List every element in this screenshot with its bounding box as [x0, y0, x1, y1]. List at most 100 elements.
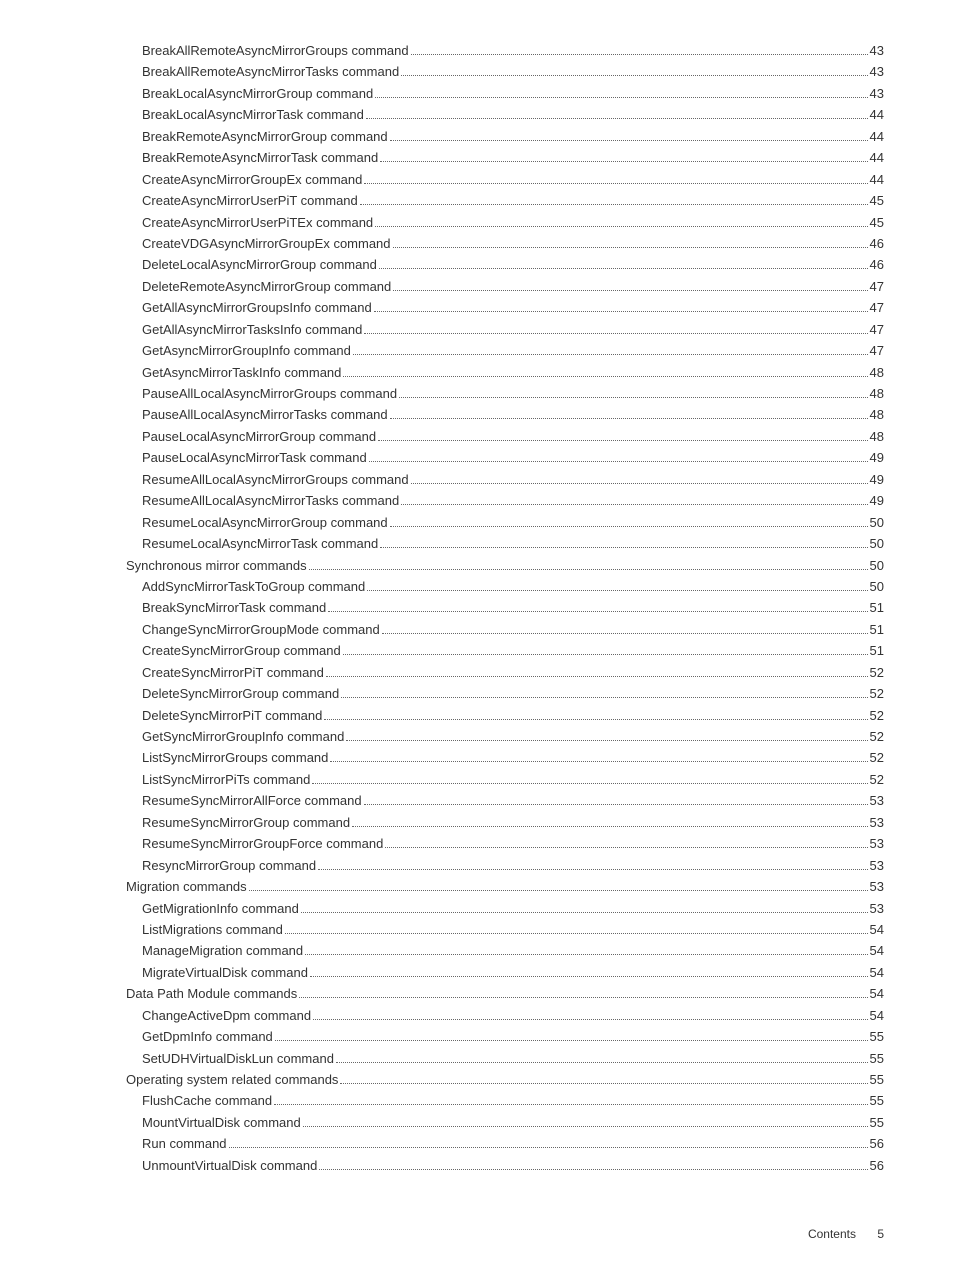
toc-entry[interactable]: DeleteSyncMirrorGroup command 52 — [70, 683, 884, 704]
toc-entry[interactable]: UnmountVirtualDisk command56 — [70, 1155, 884, 1176]
toc-entry[interactable]: CreateVDGAsyncMirrorGroupEx command46 — [70, 233, 884, 254]
toc-entry[interactable]: GetAllAsyncMirrorGroupsInfo command47 — [70, 297, 884, 318]
toc-entry[interactable]: FlushCache command55 — [70, 1090, 884, 1111]
toc-entry-page: 56 — [870, 1133, 884, 1154]
toc-entry-title: PauseAllLocalAsyncMirrorTasks command — [142, 404, 388, 425]
toc-entry[interactable]: BreakRemoteAsyncMirrorTask command44 — [70, 147, 884, 168]
toc-entry-page: 44 — [870, 147, 884, 168]
toc-entry-page: 49 — [870, 469, 884, 490]
footer-page-number: 5 — [877, 1227, 884, 1241]
toc-entry[interactable]: Operating system related commands55 — [70, 1069, 884, 1090]
toc-leader-dots — [374, 311, 868, 312]
toc-leader-dots — [346, 740, 867, 741]
toc-entry-title: DeleteSyncMirrorPiT command — [142, 705, 322, 726]
toc-leader-dots — [343, 376, 867, 377]
toc-entry[interactable]: Migration commands53 — [70, 876, 884, 897]
toc-entry[interactable]: CreateSyncMirrorPiT command52 — [70, 662, 884, 683]
toc-entry-title: ResumeSyncMirrorGroupForce command — [142, 833, 383, 854]
toc-entry[interactable]: SetUDHVirtualDiskLun command55 — [70, 1048, 884, 1069]
toc-entry-page: 52 — [870, 747, 884, 768]
toc-entry[interactable]: PauseAllLocalAsyncMirrorGroups command48 — [70, 383, 884, 404]
toc-entry-page: 44 — [870, 126, 884, 147]
toc-leader-dots — [353, 354, 868, 355]
toc-leader-dots — [303, 1126, 868, 1127]
toc-entry-page: 48 — [870, 426, 884, 447]
toc-entry[interactable]: BreakRemoteAsyncMirrorGroup command44 — [70, 126, 884, 147]
toc-leader-dots — [343, 654, 868, 655]
toc-entry-page: 52 — [870, 769, 884, 790]
toc-entry-title: BreakAllRemoteAsyncMirrorTasks command — [142, 61, 399, 82]
toc-entry[interactable]: ResumeAllLocalAsyncMirrorGroups command4… — [70, 469, 884, 490]
toc-entry-title: DeleteSyncMirrorGroup command — [142, 683, 339, 704]
toc-entry-title: ChangeActiveDpm command — [142, 1005, 311, 1026]
toc-entry-title: PauseAllLocalAsyncMirrorGroups command — [142, 383, 397, 404]
toc-entry[interactable]: CreateSyncMirrorGroup command51 — [70, 640, 884, 661]
toc-entry[interactable]: PauseLocalAsyncMirrorGroup command48 — [70, 426, 884, 447]
toc-entry-title: ListSyncMirrorPiTs command — [142, 769, 310, 790]
page-footer: Contents 5 — [70, 1177, 884, 1241]
toc-entry[interactable]: GetAllAsyncMirrorTasksInfo command47 — [70, 319, 884, 340]
toc-entry[interactable]: ResumeSyncMirrorAllForce command53 — [70, 790, 884, 811]
toc-entry[interactable]: DeleteRemoteAsyncMirrorGroup command47 — [70, 276, 884, 297]
toc-leader-dots — [378, 440, 867, 441]
toc-entry[interactable]: MountVirtualDisk command55 — [70, 1112, 884, 1133]
toc-entry[interactable]: ResumeLocalAsyncMirrorTask command50 — [70, 533, 884, 554]
toc-entry[interactable]: ResumeAllLocalAsyncMirrorTasks command49 — [70, 490, 884, 511]
toc-entry-page: 53 — [870, 833, 884, 854]
toc-leader-dots — [385, 847, 867, 848]
toc-leader-dots — [375, 97, 867, 98]
toc-entry[interactable]: CreateAsyncMirrorUserPiT command45 — [70, 190, 884, 211]
toc-entry[interactable]: GetMigrationInfo command53 — [70, 898, 884, 919]
toc-leader-dots — [393, 247, 868, 248]
toc-entry[interactable]: GetAsyncMirrorTaskInfo command48 — [70, 362, 884, 383]
toc-entry[interactable]: CreateAsyncMirrorGroupEx command44 — [70, 169, 884, 190]
toc-leader-dots — [324, 719, 867, 720]
toc-entry-page: 54 — [870, 983, 884, 1004]
toc-entry[interactable]: MigrateVirtualDisk command54 — [70, 962, 884, 983]
toc-entry-page: 51 — [870, 640, 884, 661]
toc-entry-page: 55 — [870, 1048, 884, 1069]
toc-entry[interactable]: DeleteSyncMirrorPiT command52 — [70, 705, 884, 726]
toc-leader-dots — [390, 526, 868, 527]
toc-leader-dots — [275, 1040, 868, 1041]
toc-entry[interactable]: ChangeActiveDpm command54 — [70, 1005, 884, 1026]
toc-leader-dots — [369, 461, 868, 462]
toc-entry-title: MountVirtualDisk command — [142, 1112, 301, 1133]
toc-entry[interactable]: Data Path Module commands54 — [70, 983, 884, 1004]
toc-entry-page: 52 — [870, 683, 884, 704]
toc-entry-title: ResumeSyncMirrorAllForce command — [142, 790, 362, 811]
toc-entry[interactable]: ListSyncMirrorPiTs command 52 — [70, 769, 884, 790]
toc-entry[interactable]: BreakSyncMirrorTask command51 — [70, 597, 884, 618]
table-of-contents: BreakAllRemoteAsyncMirrorGroups command4… — [70, 40, 884, 1177]
toc-entry[interactable]: ListSyncMirrorGroups command 52 — [70, 747, 884, 768]
toc-entry[interactable]: ListMigrations command54 — [70, 919, 884, 940]
toc-entry[interactable]: ResumeSyncMirrorGroupForce command 53 — [70, 833, 884, 854]
toc-leader-dots — [305, 954, 867, 955]
toc-entry[interactable]: ResumeSyncMirrorGroup command53 — [70, 812, 884, 833]
toc-entry[interactable]: PauseLocalAsyncMirrorTask command49 — [70, 447, 884, 468]
toc-entry-title: ListSyncMirrorGroups command — [142, 747, 328, 768]
toc-entry[interactable]: ManageMigration command54 — [70, 940, 884, 961]
toc-entry[interactable]: AddSyncMirrorTaskToGroup command50 — [70, 576, 884, 597]
toc-entry[interactable]: BreakAllRemoteAsyncMirrorGroups command4… — [70, 40, 884, 61]
footer-label: Contents — [808, 1227, 856, 1241]
toc-entry[interactable]: BreakAllRemoteAsyncMirrorTasks command43 — [70, 61, 884, 82]
toc-entry[interactable]: DeleteLocalAsyncMirrorGroup command46 — [70, 254, 884, 275]
toc-entry-page: 53 — [870, 876, 884, 897]
toc-leader-dots — [364, 333, 867, 334]
toc-entry[interactable]: CreateAsyncMirrorUserPiTEx command45 — [70, 212, 884, 233]
toc-entry[interactable]: ResyncMirrorGroup command53 — [70, 855, 884, 876]
toc-entry[interactable]: GetDpmInfo command55 — [70, 1026, 884, 1047]
toc-entry[interactable]: Synchronous mirror commands50 — [70, 555, 884, 576]
toc-entry[interactable]: BreakLocalAsyncMirrorGroup command43 — [70, 83, 884, 104]
toc-entry[interactable]: GetAsyncMirrorGroupInfo command47 — [70, 340, 884, 361]
toc-leader-dots — [336, 1062, 868, 1063]
toc-entry[interactable]: GetSyncMirrorGroupInfo command52 — [70, 726, 884, 747]
toc-leader-dots — [366, 118, 868, 119]
toc-entry[interactable]: ResumeLocalAsyncMirrorGroup command50 — [70, 512, 884, 533]
toc-entry[interactable]: Run command56 — [70, 1133, 884, 1154]
toc-entry[interactable]: ChangeSyncMirrorGroupMode command51 — [70, 619, 884, 640]
toc-entry[interactable]: PauseAllLocalAsyncMirrorTasks command48 — [70, 404, 884, 425]
toc-entry[interactable]: BreakLocalAsyncMirrorTask command44 — [70, 104, 884, 125]
toc-entry-page: 56 — [870, 1155, 884, 1176]
